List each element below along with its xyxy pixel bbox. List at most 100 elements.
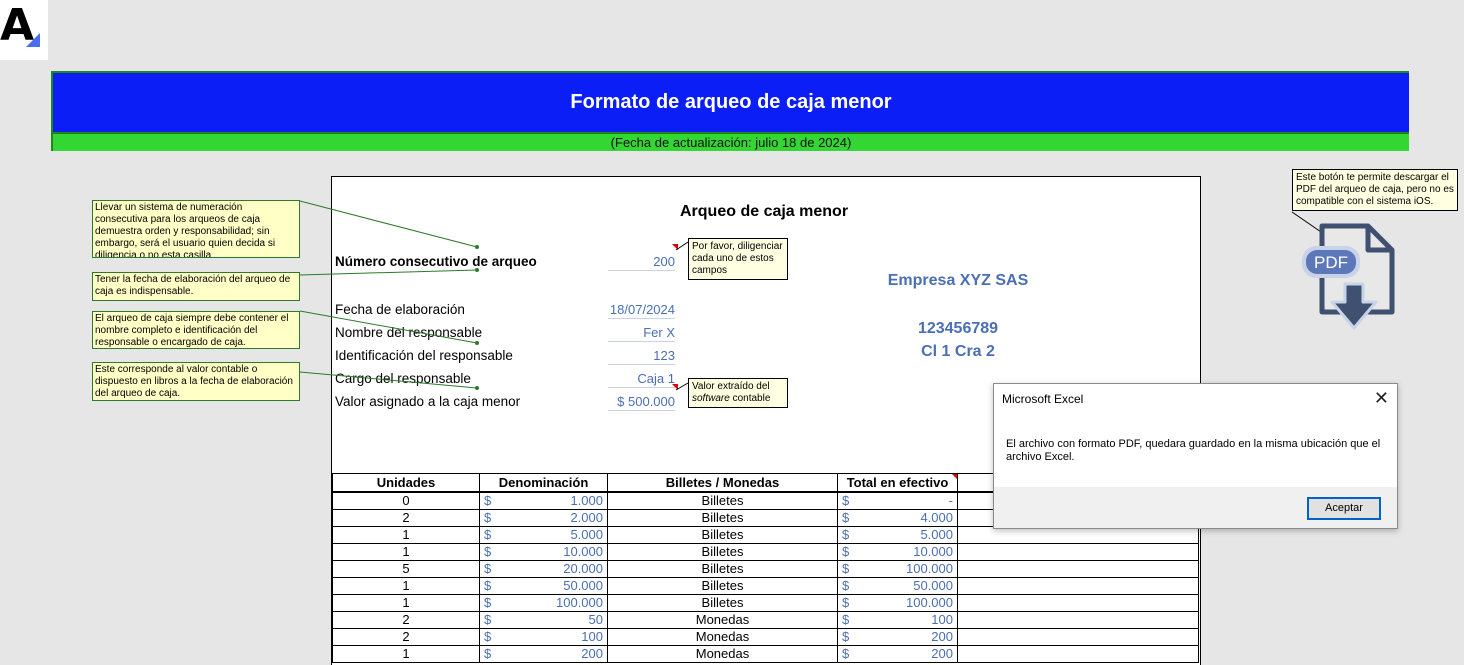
cell-total[interactable]: $100.000	[837, 560, 958, 578]
denomination-value: 20.000	[563, 561, 603, 576]
cell-total[interactable]: $4.000	[837, 509, 958, 527]
total-value: 100.000	[906, 561, 953, 576]
cell-denominacion[interactable]: $200	[479, 645, 608, 663]
cell-total[interactable]: $ -	[837, 491, 958, 510]
cell-denominacion[interactable]: $1.000	[479, 491, 608, 510]
cell-empty[interactable]	[957, 526, 1199, 544]
cell-total[interactable]: $10.000	[837, 543, 958, 561]
cell-empty[interactable]	[957, 594, 1199, 612]
total-value: 4.000	[920, 510, 953, 525]
cell-unidades[interactable]: 1	[332, 543, 480, 561]
currency-symbol: $	[842, 612, 850, 627]
cell-total[interactable]: $5.000	[837, 526, 958, 544]
comment-software-post: contable	[732, 393, 771, 404]
dialog-title: Microsoft Excel	[1002, 392, 1084, 406]
cell-unidades[interactable]: 1	[332, 645, 480, 663]
comment-valor: Este corresponde al valor contable o dis…	[92, 362, 300, 401]
cell-denominacion[interactable]: $20.000	[479, 560, 608, 578]
cell-denominacion[interactable]: $100.000	[479, 594, 608, 612]
cell-unidades[interactable]: 2	[332, 611, 480, 629]
table-row: 1 $100.000 Billetes $100.000	[332, 594, 1199, 612]
denomination-value: 200	[581, 646, 603, 661]
cell-empty[interactable]	[957, 560, 1199, 578]
cell-unidades[interactable]: 5	[332, 560, 480, 578]
cell-total[interactable]: $200	[837, 628, 958, 646]
currency-symbol: $	[484, 527, 492, 542]
cell-unidades[interactable]: 1	[332, 594, 480, 612]
cell-tipo[interactable]: Billetes	[607, 560, 838, 578]
denomination-value: 50	[588, 612, 603, 627]
cell-total[interactable]: $100	[837, 611, 958, 629]
comment-software-pre: Valor extraído del	[692, 381, 770, 392]
currency-symbol: $	[484, 561, 492, 576]
currency-symbol: $	[484, 629, 492, 644]
cell-unidades[interactable]: 2	[332, 509, 480, 527]
cell-tipo[interactable]: Billetes	[607, 491, 838, 510]
cell-denominacion[interactable]: $2.000	[479, 509, 608, 527]
table-row: 2 $100 Monedas $200	[332, 628, 1199, 646]
comment-consecutivo: Llevar un sistema de numeración consecut…	[92, 200, 300, 258]
currency-symbol: $	[842, 544, 850, 559]
cell-denominacion[interactable]: $50.000	[479, 577, 608, 595]
table-row: 1 $200 Monedas $200	[332, 645, 1199, 663]
cell-denominacion[interactable]: $5.000	[479, 526, 608, 544]
total-value: 200	[931, 646, 953, 661]
currency-symbol: $	[842, 578, 850, 593]
total-value: -	[948, 493, 953, 508]
cell-denominacion[interactable]: $100	[479, 628, 608, 646]
currency-symbol: $	[842, 510, 850, 525]
currency-symbol: $	[842, 629, 850, 644]
currency-symbol: $	[484, 646, 492, 661]
col-header-unidades: Unidades	[332, 473, 480, 493]
cell-unidades[interactable]: 2	[332, 628, 480, 646]
cell-unidades[interactable]: 1	[332, 526, 480, 544]
cell-total[interactable]: $100.000	[837, 594, 958, 612]
denomination-value: 1.000	[570, 493, 603, 508]
pdf-download-button[interactable]: PDF	[1298, 222, 1398, 334]
cell-tipo[interactable]: Billetes	[607, 577, 838, 595]
denomination-value: 100	[581, 629, 603, 644]
close-icon[interactable]: ✕	[1374, 388, 1389, 409]
currency-symbol: $	[484, 493, 492, 508]
currency-symbol: $	[484, 544, 492, 559]
currency-symbol: $	[842, 595, 850, 610]
total-value: 100	[931, 612, 953, 627]
cell-tipo[interactable]: Billetes	[607, 543, 838, 561]
table-row: 1 $5.000 Billetes $5.000	[332, 526, 1199, 544]
cell-tipo[interactable]: Monedas	[607, 628, 838, 646]
cell-empty[interactable]	[957, 628, 1199, 646]
total-value: 100.000	[906, 595, 953, 610]
cell-tipo[interactable]: Billetes	[607, 526, 838, 544]
currency-symbol: $	[484, 578, 492, 593]
comment-fecha: Tener la fecha de elaboración del arqueo…	[92, 272, 300, 301]
total-value: 200	[931, 629, 953, 644]
dialog-footer: Aceptar	[994, 487, 1397, 528]
cell-tipo[interactable]: Billetes	[607, 509, 838, 527]
currency-symbol: $	[842, 561, 850, 576]
denomination-value: 50.000	[563, 578, 603, 593]
cell-empty[interactable]	[957, 577, 1199, 595]
cell-unidades[interactable]: 1	[332, 577, 480, 595]
cell-tipo[interactable]: Monedas	[607, 611, 838, 629]
ok-button[interactable]: Aceptar	[1307, 497, 1381, 520]
cell-tipo[interactable]: Monedas	[607, 645, 838, 663]
comment-responsable: El arqueo de caja siempre debe contener …	[92, 311, 300, 349]
denomination-value: 2.000	[570, 510, 603, 525]
currency-symbol: $	[842, 646, 850, 661]
cell-unidades[interactable]: 0	[332, 491, 480, 510]
comment-software-word: software	[692, 393, 730, 404]
table-row: 2 $50 Monedas $100	[332, 611, 1199, 629]
comment-pdf: Este botón te permite descargar el PDF d…	[1292, 169, 1458, 211]
currency-symbol: $	[484, 510, 492, 525]
cell-empty[interactable]	[957, 645, 1199, 663]
cell-total[interactable]: $200	[837, 645, 958, 663]
comment-software: Valor extraído del software contable	[688, 378, 788, 408]
cell-denominacion[interactable]: $50	[479, 611, 608, 629]
cell-denominacion[interactable]: $10.000	[479, 543, 608, 561]
cell-total[interactable]: $50.000	[837, 577, 958, 595]
pdf-download-icon: PDF	[1302, 223, 1395, 330]
cell-tipo[interactable]: Billetes	[607, 594, 838, 612]
message-dialog: Microsoft Excel ✕ El archivo con formato…	[993, 383, 1398, 529]
cell-empty[interactable]	[957, 611, 1199, 629]
cell-empty[interactable]	[957, 543, 1199, 561]
